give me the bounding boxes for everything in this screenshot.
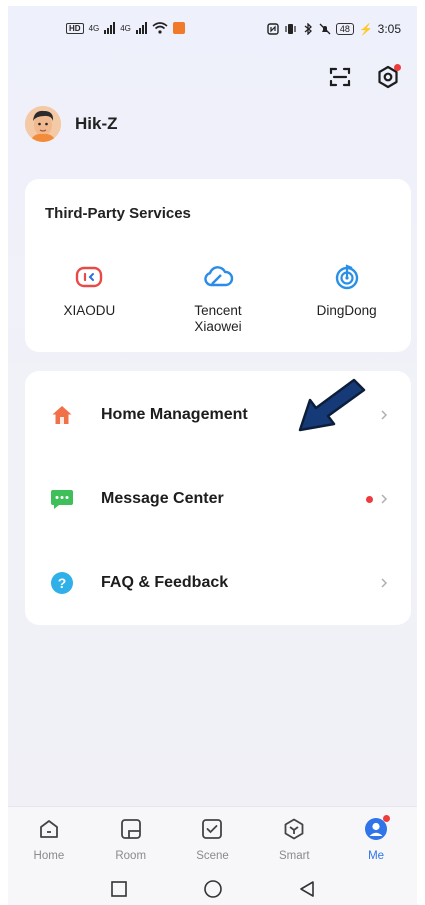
vibrate-icon — [285, 24, 296, 34]
menu-label: Home Management — [101, 406, 248, 423]
dingdong-icon — [333, 263, 361, 291]
avatar[interactable] — [25, 106, 61, 142]
service-tencent-xiaowei[interactable]: Tencent Xiaowei — [154, 263, 283, 335]
me-badge — [383, 815, 391, 822]
chevron-right-icon — [381, 494, 388, 504]
tab-label: Me — [368, 850, 385, 862]
tab-smart[interactable]: Smart — [253, 817, 335, 862]
status-bar: HD 4G 4G 48 ⚡ 3:05 — [8, 20, 417, 40]
app-screen: HD 4G 4G 48 ⚡ 3:05 Hik-Z Third-Party Ser… — [8, 6, 417, 905]
signal-icon-2 — [135, 22, 147, 34]
hd-indicator: HD — [66, 22, 84, 34]
tab-room[interactable]: Room — [90, 817, 172, 862]
system-nav-bar — [8, 877, 417, 901]
bottom-tab-bar: Home Room Scene Smart Me — [8, 806, 417, 905]
service-label: XIAODU — [63, 303, 116, 318]
tab-label: Smart — [278, 850, 310, 862]
charging-icon: ⚡ — [358, 23, 373, 36]
mute-icon — [319, 23, 331, 35]
nfc-icon — [267, 23, 279, 35]
tencent-cloud-icon — [202, 263, 234, 291]
tab-home[interactable]: Home — [8, 817, 90, 862]
menu-item-message-center[interactable]: Message Center — [25, 457, 411, 541]
help-icon: ? — [50, 571, 74, 595]
top-actions — [327, 64, 401, 90]
scan-icon[interactable] — [327, 64, 353, 90]
me-tab-icon — [364, 815, 391, 841]
network-4g-label: 4G — [88, 23, 100, 33]
service-xiaodu[interactable]: XIAODU — [25, 263, 154, 335]
back-nav-button[interactable] — [295, 877, 319, 901]
service-label: DingDong — [316, 303, 377, 318]
recent-apps-button[interactable] — [107, 877, 131, 901]
service-dingdong[interactable]: DingDong — [282, 263, 411, 335]
svg-text:?: ? — [58, 575, 67, 591]
profile-row[interactable]: Hik-Z — [25, 106, 118, 142]
chevron-right-icon — [381, 410, 388, 420]
home-tab-icon — [37, 817, 61, 841]
wifi-icon — [152, 22, 168, 34]
third-party-title: Third-Party Services — [45, 205, 191, 222]
menu-item-faq-feedback[interactable]: ? FAQ & Feedback — [25, 541, 411, 625]
network-4g-label-2: 4G — [120, 23, 131, 33]
home-nav-button[interactable] — [201, 877, 225, 901]
bluetooth-icon — [304, 23, 312, 35]
third-party-services-card: Third-Party Services XIAODU Tencent Xiao… — [25, 179, 411, 352]
xiaodu-icon — [74, 263, 104, 291]
tab-label: Room — [115, 850, 147, 862]
message-icon — [50, 487, 74, 511]
menu-label: FAQ & Feedback — [101, 574, 229, 591]
notification-app-icon — [172, 22, 185, 34]
username: Hik-Z — [75, 114, 118, 133]
annotation-arrow-icon — [298, 378, 366, 432]
status-time: 3:05 — [377, 22, 401, 36]
tab-me[interactable]: Me — [335, 815, 417, 862]
battery-icon: 48 — [335, 23, 354, 35]
home-icon — [50, 403, 74, 427]
settings-icon[interactable] — [375, 64, 401, 90]
smart-tab-icon — [282, 817, 306, 841]
chevron-right-icon — [381, 578, 388, 588]
unread-badge — [366, 495, 373, 503]
signal-icon — [104, 22, 116, 34]
room-tab-icon — [119, 817, 143, 841]
tab-label: Home — [33, 850, 65, 862]
menu-label: Message Center — [101, 490, 224, 507]
tab-label: Scene — [196, 850, 229, 862]
scene-tab-icon — [200, 817, 224, 841]
tab-scene[interactable]: Scene — [172, 817, 254, 862]
service-label: Tencent Xiaowei — [194, 303, 242, 334]
settings-badge — [394, 64, 401, 71]
